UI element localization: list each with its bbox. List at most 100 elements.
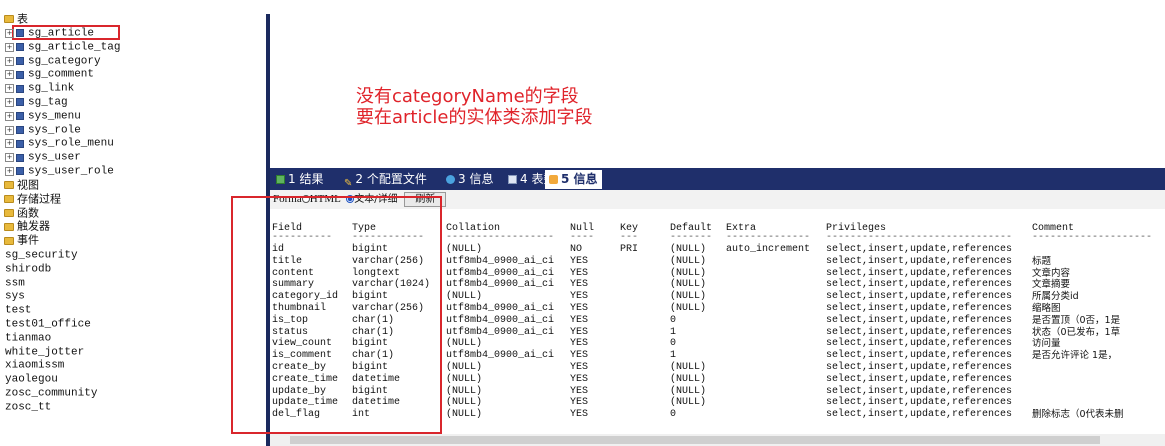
cell-collation: (NULL) (446, 338, 483, 350)
cell-null: YES (570, 255, 589, 267)
tree-db-yaolegou[interactable]: yaolegou (0, 372, 58, 386)
tree-db-white-jotter[interactable]: white_jotter (0, 345, 84, 359)
tree-folder---[interactable]: 函数 (0, 206, 39, 220)
tree-folder---[interactable]: 视图 (0, 178, 39, 192)
tab-messages[interactable]: 3 信息 (446, 171, 493, 188)
highlight-box-field-column (231, 196, 442, 434)
tree-table-sys-role[interactable]: + sys_role (0, 123, 81, 137)
cell-comment: 所属分类id (1032, 291, 1079, 303)
tab-label: 1 结果 (288, 172, 324, 186)
cell-privileges: select,insert,update,references (826, 350, 1013, 362)
expand-icon[interactable]: + (5, 111, 14, 121)
cell-comment: 状态（0已发布，1草 (1032, 326, 1121, 338)
expand-icon[interactable]: + (5, 153, 14, 163)
tree-table-sg-comment[interactable]: + sg_comment (0, 67, 94, 81)
cell-default: (NULL) (670, 362, 707, 373)
tree-db-zosc-community[interactable]: zosc_community (0, 386, 97, 400)
tree-table-sg-tag[interactable]: + sg_tag (0, 95, 68, 109)
result-tabs: 1 结果 ✎ 2 个配置文件 3 信息 4 表数据 5 信息 (270, 168, 1165, 190)
tree-db-test[interactable]: test (0, 303, 31, 317)
tree-folder-----[interactable]: 存储过程 (0, 192, 61, 206)
folder-icon (4, 181, 14, 190)
folder-icon (4, 209, 14, 218)
tree-table-sg-article-tag[interactable]: + sg_article_tag (0, 40, 120, 54)
tree-folder----[interactable]: 触发器 (0, 219, 50, 233)
tree-db-tianmao[interactable]: tianmao (0, 331, 51, 345)
cell-collation: utf8mb4_0900_ai_ci (446, 314, 555, 326)
tab-profiles[interactable]: ✎ 2 个配置文件 (344, 171, 427, 189)
expand-icon[interactable]: + (5, 70, 14, 80)
cell-null: YES (570, 350, 589, 362)
table-icon (508, 175, 517, 184)
tree-table-sg-category[interactable]: + sg_category (0, 54, 101, 68)
cell-collation: utf8mb4_0900_ai_ci (446, 279, 555, 291)
cell-collation: (NULL) (446, 397, 483, 409)
cell-default: 1 (670, 326, 677, 338)
tree-db-sg-security[interactable]: sg_security (0, 248, 78, 262)
pin-icon: ✎ (344, 178, 353, 189)
tree-node-label: sg_category (28, 55, 101, 68)
cell-collation: utf8mb4_0900_ai_ci (446, 350, 555, 362)
cell-privileges: select,insert,update,references (826, 314, 1013, 326)
cell-collation: (NULL) (446, 362, 483, 373)
tree-table-sg-link[interactable]: + sg_link (0, 81, 74, 95)
expand-icon[interactable]: + (5, 56, 14, 66)
tree-db-shirodb[interactable]: shirodb (0, 262, 51, 276)
tree-node-label: yaolegou (5, 373, 58, 386)
tab-results[interactable]: 1 结果 (276, 171, 323, 188)
cell-collation: (NULL) (446, 373, 483, 385)
expand-icon[interactable]: + (5, 166, 14, 176)
tree-db-test01-office[interactable]: test01_office (0, 317, 91, 331)
tree-node-label: sg_tag (28, 96, 68, 109)
expand-icon[interactable]: + (5, 84, 14, 94)
scrollbar-thumb[interactable] (290, 436, 1100, 444)
tree-folder---[interactable]: 事件 (0, 233, 39, 247)
cell-default: (NULL) (670, 303, 707, 314)
cell-collation: utf8mb4_0900_ai_ci (446, 303, 555, 314)
tree-table-sys-menu[interactable]: + sys_menu (0, 109, 81, 123)
header-divider: -------------------- (1032, 232, 1153, 243)
expand-icon[interactable]: + (5, 28, 14, 38)
folder-icon (4, 236, 14, 245)
expand-icon[interactable]: + (5, 139, 14, 149)
cell-null: YES (570, 409, 589, 421)
tree-table-sys-user-role[interactable]: + sys_user_role (0, 164, 114, 178)
tree-node-label: 函数 (17, 207, 39, 220)
table-icon (16, 29, 24, 38)
tree-table-sys-role-menu[interactable]: + sys_role_menu (0, 136, 114, 150)
cell-collation: (NULL) (446, 244, 483, 255)
header-divider: ---- (570, 232, 595, 243)
cell-null: YES (570, 291, 589, 303)
tree-db-ssm[interactable]: ssm (0, 276, 25, 290)
tree-db-xiaomissm[interactable]: xiaomissm (0, 358, 64, 372)
tree-db-sys[interactable]: sys (0, 289, 25, 303)
table-icon (16, 84, 24, 93)
tab-info-active[interactable]: 5 信息 (545, 170, 602, 189)
cell-default: (NULL) (670, 385, 707, 397)
tree-table-sg-article[interactable]: + sg_article (0, 26, 94, 40)
expand-icon[interactable]: + (5, 97, 14, 107)
tree-node-label: test (5, 304, 32, 317)
tree-node-label: ssm (5, 277, 25, 290)
table-icon (16, 70, 24, 79)
cell-privileges: select,insert,update,references (826, 385, 1013, 397)
tree-node-label: sys_role (28, 124, 81, 137)
expand-icon[interactable]: + (5, 125, 14, 135)
cell-extra: auto_increment (726, 244, 811, 255)
cell-default: (NULL) (670, 397, 707, 409)
header-divider: ------------------------------- (826, 232, 1013, 243)
cell-privileges: select,insert,update,references (826, 409, 1013, 421)
header-divider: -------------- (726, 232, 811, 243)
expand-icon[interactable]: + (5, 42, 14, 52)
cell-default: (NULL) (670, 267, 707, 279)
tree-node-label: white_jotter (5, 346, 85, 359)
cell-default: (NULL) (670, 255, 707, 267)
cell-null: YES (570, 362, 589, 373)
tree-node-tables[interactable]: 表 (0, 12, 28, 26)
tab-label: 3 信息 (458, 172, 494, 186)
cell-default: (NULL) (670, 373, 707, 385)
tree-node-label: 事件 (17, 234, 39, 247)
tree-node-label: sys_user_role (28, 165, 114, 178)
tree-table-sys-user[interactable]: + sys_user (0, 150, 81, 164)
tree-db-zosc-tt[interactable]: zosc_tt (0, 400, 51, 414)
